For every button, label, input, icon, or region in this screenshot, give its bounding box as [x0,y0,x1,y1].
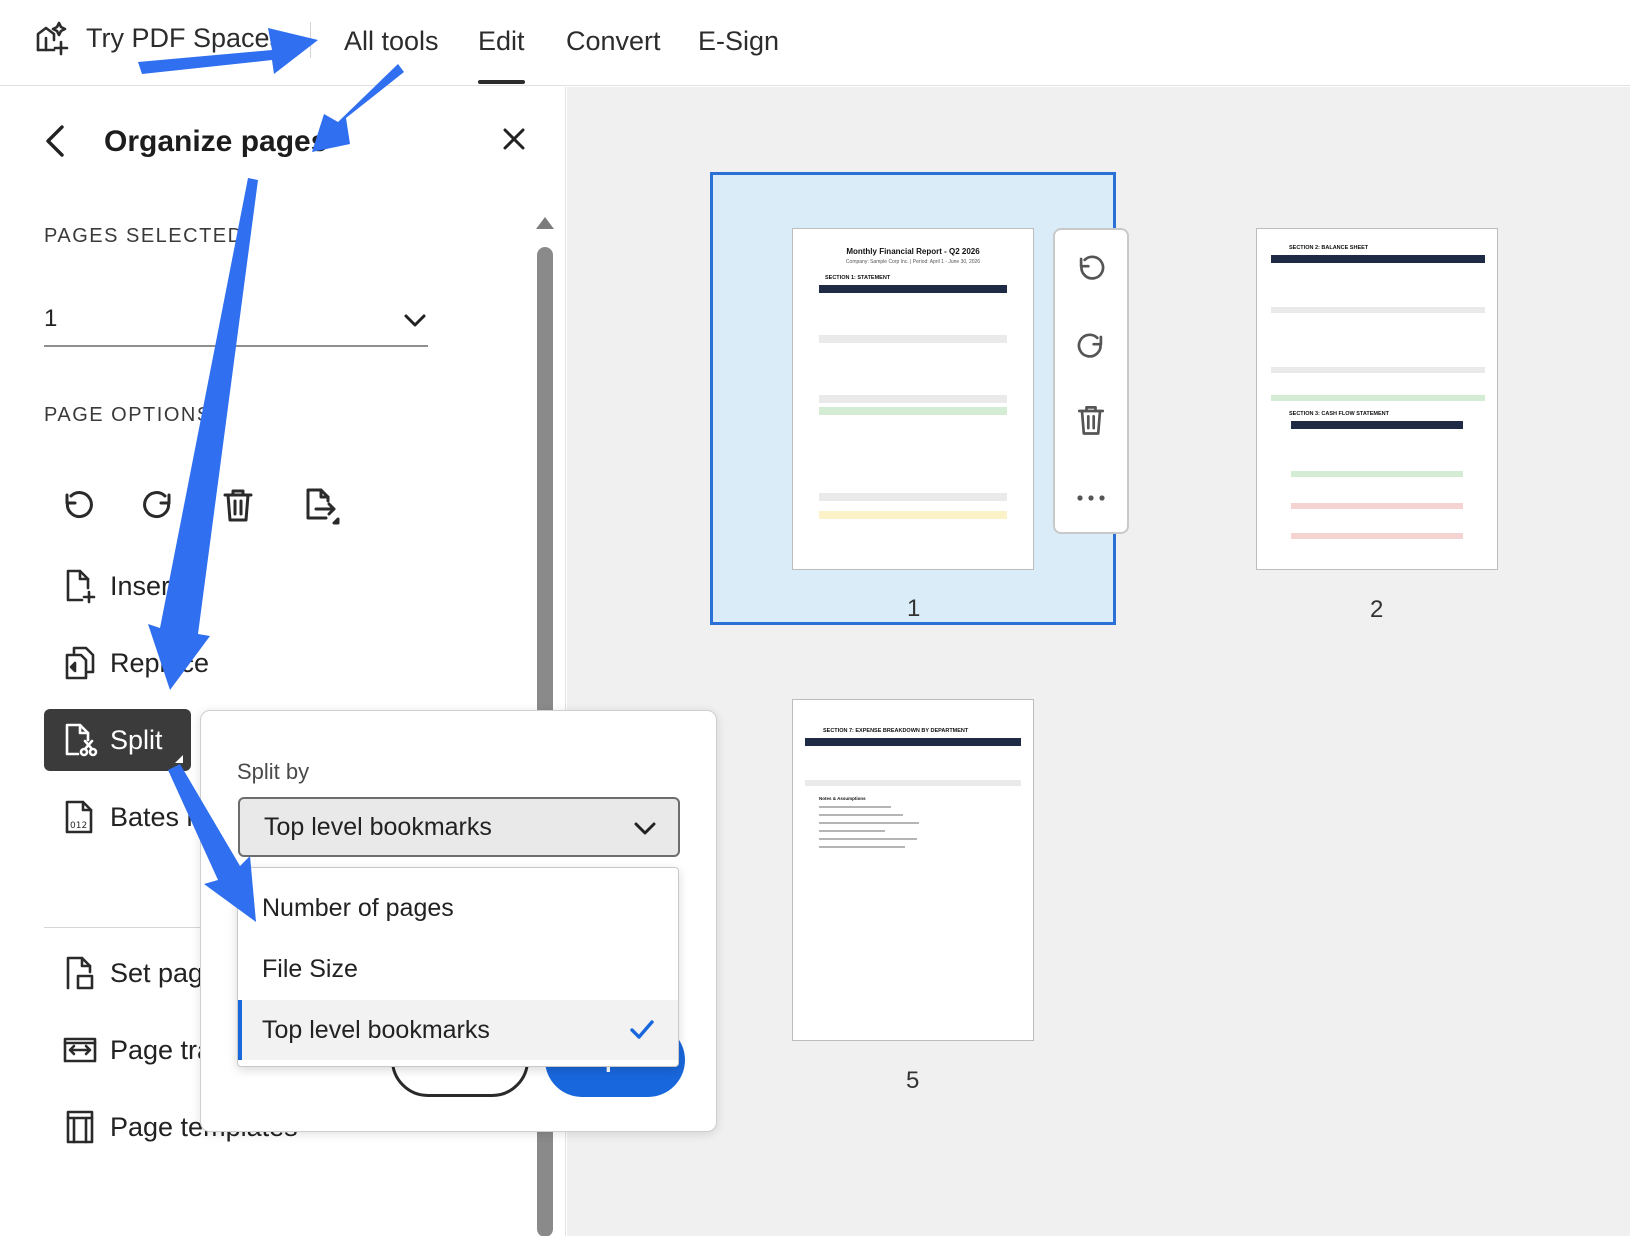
page-1-subtitle: Company: Sample Corp Inc. | Period: Apri… [845,259,981,265]
bates-icon: 012 [65,800,93,834]
try-pdf-spaces-button[interactable]: Try PDF Spaces [34,20,283,56]
page-2-preview[interactable]: SECTION 2: BALANCE SHEET SECTION 3: CASH… [1256,228,1498,570]
replace-icon [65,646,95,680]
page-1-preview: Monthly Financial Report - Q2 2026 Compa… [792,228,1034,570]
split-label: Split [110,724,163,755]
page-1-number: 1 [907,595,921,622]
split-submenu-indicator [174,755,183,763]
check-icon [630,1020,654,1039]
nav-all-tools[interactable]: All tools [344,26,439,57]
topbar-divider [310,22,311,58]
rotate-right-icon[interactable] [138,485,178,525]
page-2-section-2: SECTION 3: CASH FLOW STATEMENT [1289,411,1390,417]
page-5-section: SECTION 7: EXPENSE BREAKDOWN BY DEPARTME… [823,728,969,734]
back-icon[interactable] [40,121,70,161]
pages-selected-value: 1 [44,305,58,332]
page-1-title: Monthly Financial Report - Q2 2026 [846,247,980,256]
insert-menu-item[interactable]: Insert [44,555,196,617]
nav-edit[interactable]: Edit [478,26,525,84]
page-5-number: 5 [906,1067,920,1094]
panel-title: Organize pages [104,125,328,158]
replace-label: Replace [110,647,210,678]
replace-menu-item[interactable]: Replace [44,632,227,694]
page-floating-toolbar [1053,228,1129,534]
insert-icon [66,569,96,604]
pages-selected-dropdown[interactable]: 1 [44,297,428,347]
page-options-label: PAGE OPTIONS [44,404,212,426]
option-number-of-pages[interactable]: Number of pages [238,878,678,938]
page-5-preview[interactable]: SECTION 7: EXPENSE BREAKDOWN BY DEPARTME… [792,699,1034,1041]
option-top-level-bookmarks[interactable]: Top level bookmarks [238,1000,678,1060]
try-pdf-spaces-label: Try PDF Spaces [86,22,284,53]
option-top-level-bookmarks-label: Top level bookmarks [262,1016,490,1044]
page-2-section: SECTION 2: BALANCE SHEET [1289,245,1369,251]
page-templates-icon [66,1110,94,1144]
spaces-icon [36,21,69,56]
page-5-notes-title: Notes & Assumptions [819,796,866,801]
chevron-down-icon [404,314,426,327]
close-icon[interactable] [500,125,528,153]
page-transitions-icon [63,1037,97,1063]
page-2-cashflow-table [1291,421,1463,543]
split-icon [65,723,98,757]
extract-icon[interactable] [300,485,340,525]
pages-selected-label: PAGES SELECTED [44,225,244,247]
page-2-table [1271,255,1485,401]
delete-icon[interactable] [1073,402,1109,438]
rotate-left-icon[interactable] [1073,250,1109,286]
split-by-label: Split by [237,759,310,784]
insert-label: Insert [110,570,178,601]
page-1-section: SECTION 1: STATEMENT [825,275,891,281]
top-bar: Try PDF Spaces All tools Edit Convert E-… [0,0,1630,86]
scroll-up-arrow[interactable] [536,217,554,229]
rotate-right-icon[interactable] [1073,328,1109,364]
page-2-number: 2 [1370,596,1384,623]
delete-icon[interactable] [218,485,258,525]
svg-text:012: 012 [70,821,87,831]
split-by-dropdown[interactable]: Top level bookmarks [238,797,680,857]
option-file-size[interactable]: File Size [238,939,678,999]
page-thumbnails-canvas: Monthly Financial Report - Q2 2026 Compa… [567,87,1630,1236]
nav-e-sign[interactable]: E-Sign [698,26,779,57]
split-by-options-list: Number of pages File Size Top level book… [237,867,679,1067]
page-1-table [819,285,1007,529]
rotate-left-icon[interactable] [58,485,98,525]
chevron-down-icon [634,822,656,835]
split-menu-item[interactable]: Split [44,709,191,771]
nav-convert[interactable]: Convert [566,26,661,57]
page-5-table [805,738,1021,788]
set-page-icon [66,956,94,990]
more-icon[interactable] [1073,480,1109,516]
split-by-selected-value: Top level bookmarks [264,813,492,841]
